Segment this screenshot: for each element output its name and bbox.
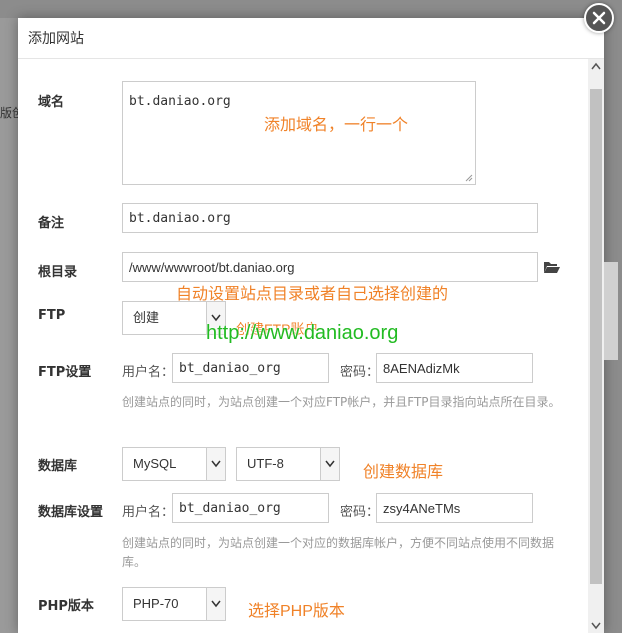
ftp-user-label: 用户名： <box>122 365 175 380</box>
close-icon <box>592 11 606 25</box>
add-site-dialog: 添加网站 域名 bt.daniao.org 备注 bt.daniao.org 根… <box>18 18 604 633</box>
annotation-domain: 添加域名，一行一个 <box>264 117 409 134</box>
root-input[interactable]: /www/wwwroot/bt.daniao.org <box>122 252 538 282</box>
ftp-label: FTP <box>38 308 66 323</box>
watermark: http://www.daniao.org <box>206 322 399 344</box>
scroll-up-icon[interactable] <box>588 59 604 75</box>
domain-label: 域名 <box>38 95 65 110</box>
database-label: 数据库 <box>38 459 78 474</box>
page-scroll-thumb[interactable] <box>604 262 618 360</box>
chevron-down-icon <box>206 588 225 620</box>
root-label: 根目录 <box>38 265 78 280</box>
dialog-body: 域名 bt.daniao.org 备注 bt.daniao.org 根目录 /w… <box>18 59 588 633</box>
chevron-down-icon <box>320 448 339 480</box>
dialog-header: 添加网站 <box>18 18 604 59</box>
close-button[interactable] <box>584 3 614 33</box>
note-label: 备注 <box>38 216 65 231</box>
ftp-user-input[interactable]: bt_daniao_org <box>172 353 329 383</box>
php-selected: PHP-70 <box>133 596 179 611</box>
dialog-title: 添加网站 <box>28 31 84 47</box>
db-type-selected: MySQL <box>133 456 177 471</box>
annotation-root: 自动设置站点目录或者自己选择创建的 <box>176 286 449 303</box>
note-input[interactable]: bt.daniao.org <box>122 203 538 233</box>
db-user-label: 用户名： <box>122 505 175 520</box>
chevron-down-icon <box>206 448 225 480</box>
ftp-settings-label: FTP设置 <box>38 365 92 380</box>
db-help-text: 创建站点的同时，为站点创建一个对应的数据库帐户，方便不同站点使用不同数据库。 <box>122 536 555 569</box>
folder-open-icon[interactable] <box>543 260 561 274</box>
scroll-down-icon[interactable] <box>588 617 604 633</box>
ftp-pass-input[interactable]: 8AENAdizMk <box>376 353 533 383</box>
annotation-db: 创建数据库 <box>363 464 444 481</box>
db-charset-selected: UTF-8 <box>247 456 284 471</box>
scroll-thumb[interactable] <box>590 89 602 584</box>
db-type-select[interactable]: MySQL <box>122 447 226 481</box>
ftp-help-text: 创建站点的同时，为站点创建一个对应FTP帐户，并且FTP目录指向站点所在目录。 <box>122 395 561 409</box>
db-charset-select[interactable]: UTF-8 <box>236 447 340 481</box>
domain-value: bt.daniao.org <box>129 94 231 109</box>
db-settings-label: 数据库设置 <box>38 505 104 520</box>
annotation-php: 选择PHP版本 <box>248 603 345 620</box>
php-select[interactable]: PHP-70 <box>122 587 226 621</box>
ftp-pass-label: 密码： <box>340 365 380 380</box>
ftp-selected: 创建 <box>133 310 160 325</box>
db-pass-label: 密码： <box>340 505 380 520</box>
php-label: PHP版本 <box>38 599 94 614</box>
db-user-input[interactable]: bt_daniao_org <box>172 493 329 523</box>
dialog-scrollbar[interactable] <box>588 59 604 633</box>
db-pass-input[interactable]: zsy4ANeTMs <box>376 493 533 523</box>
resize-grip-icon[interactable] <box>465 174 473 182</box>
